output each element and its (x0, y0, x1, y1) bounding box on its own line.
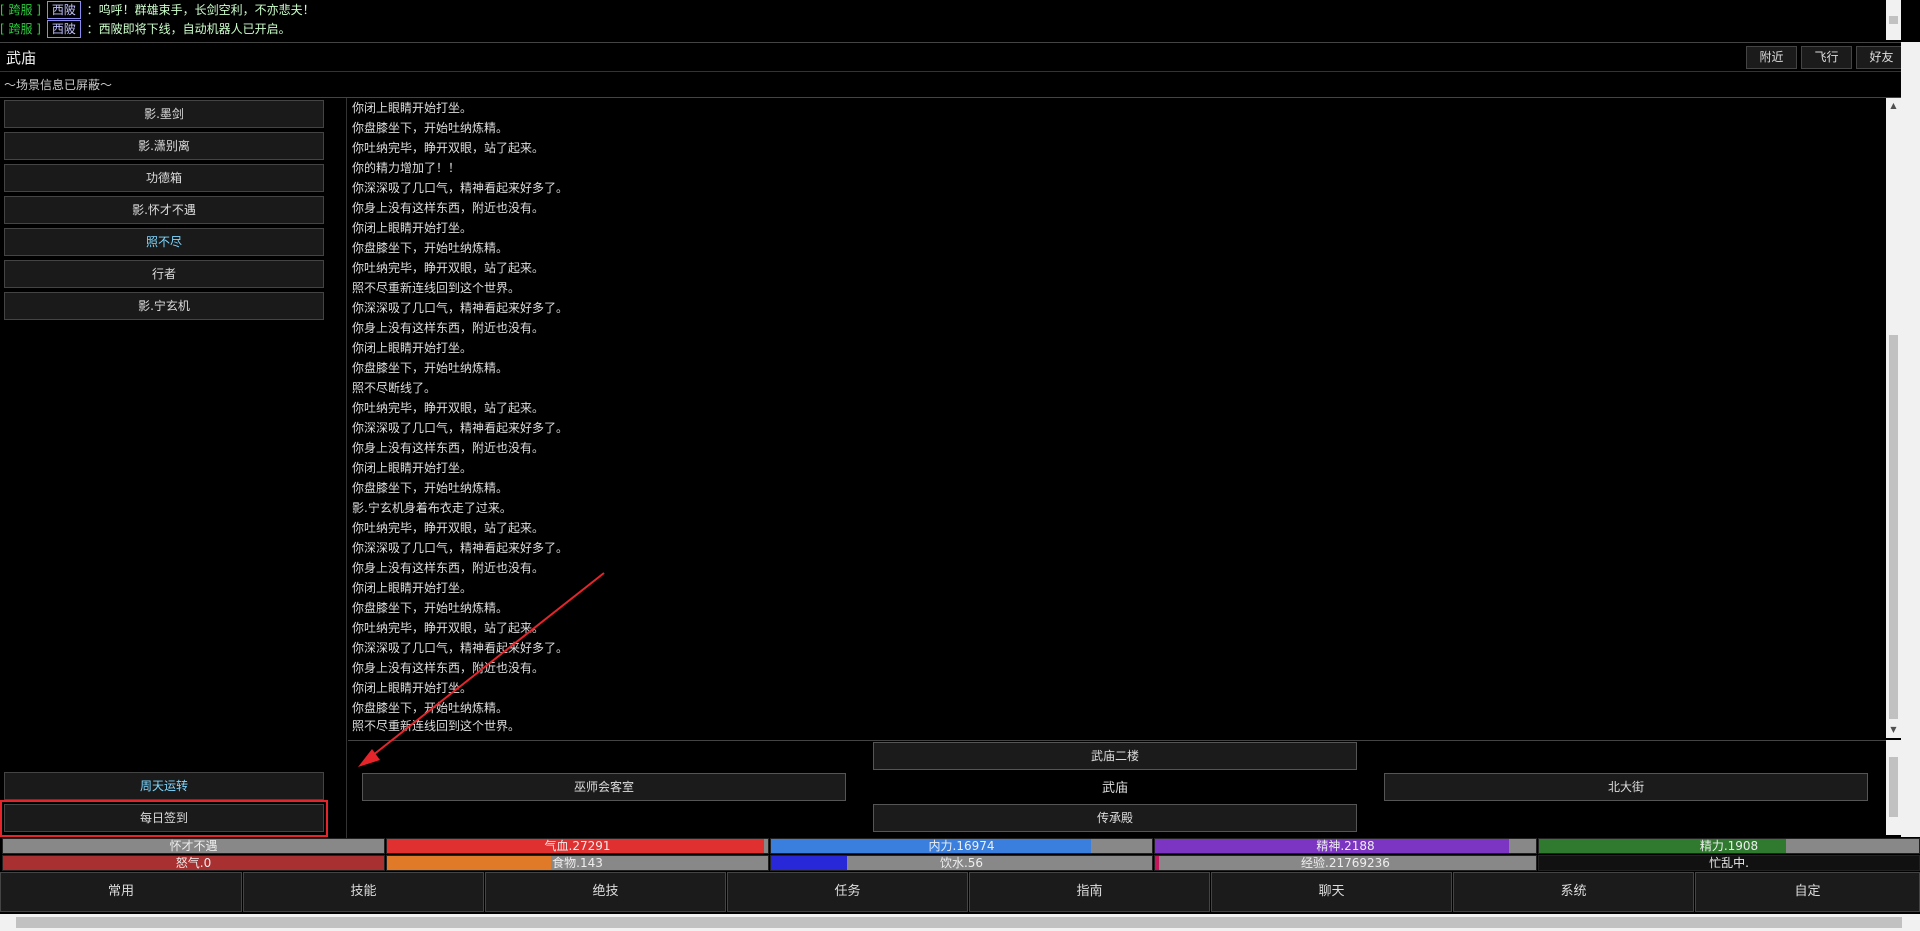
npc-button[interactable]: 影.墨剑 (4, 100, 324, 128)
chat-message: ：呜呼！群雄束手，长剑空利，不亦悲夫！ (86, 3, 315, 17)
log-line: 你盘膝坐下，开始吐纳炼精。 (352, 701, 509, 715)
npc-button[interactable]: 行者 (4, 260, 324, 288)
log-line: 照不尽重新连线回到这个世界。 (352, 281, 521, 295)
chat-sender[interactable]: 西陂 (46, 1, 81, 19)
log-line: 你吐纳完毕，睁开双眼，站了起来。 (352, 521, 545, 535)
log-line: 照不尽重新连线回到这个世界。 (352, 719, 521, 733)
menu-quest-button[interactable]: 任务 (727, 872, 968, 912)
log-line: 影.宁玄机身着布衣走了过来。 (352, 501, 512, 515)
room-title: 武庙 (6, 49, 37, 67)
nearby-button[interactable]: 附近 (1746, 46, 1797, 69)
scroll-down-arrow-icon[interactable]: ▼ (1886, 722, 1901, 738)
stat-label: 怒气.0 (175, 856, 212, 870)
scroll-up-arrow-icon[interactable]: ▲ (1886, 98, 1901, 114)
chat-channel: [ 跨服 ] (0, 22, 41, 36)
annotation-box (0, 800, 328, 837)
menu-system-button[interactable]: 系统 (1453, 872, 1694, 912)
stat-label: 内力.16974 (928, 839, 995, 853)
log-line: 你盘膝坐下，开始吐纳炼精。 (352, 601, 509, 615)
current-room-label: 武庙 (1101, 781, 1128, 796)
stat-label: 精神.2188 (1316, 839, 1375, 853)
log-scrollbar-thumb[interactable] (1889, 335, 1898, 719)
log-line: 你盘膝坐下，开始吐纳炼精。 (352, 241, 509, 255)
stat-bar-title: 怀才不遇 (2, 838, 385, 854)
fly-button[interactable]: 飞行 (1801, 46, 1852, 69)
log-line: 你深深吸了几口气，精神看起来好多了。 (352, 421, 569, 435)
stat-label: 怀才不遇 (169, 839, 218, 853)
stat-bar-rage: 怒气.0 (2, 855, 385, 871)
page-scrollbar[interactable] (1901, 42, 1920, 837)
stat-label: 经验.21769236 (1301, 856, 1390, 870)
exits-scrollbar-thumb[interactable] (1889, 757, 1898, 817)
stat-bar-exp: 经验.21769236 (1154, 855, 1537, 871)
log-line: 你吐纳完毕，睁开双眼，站了起来。 (352, 261, 545, 275)
chat-message: ：西陂即将下线，自动机器人已开启。 (86, 22, 291, 36)
chat-sender[interactable]: 西陂 (46, 20, 81, 38)
log-line: 你深深吸了几口气，精神看起来好多了。 (352, 641, 569, 655)
chat-line: [ 跨服 ] 西陂 ：呜呼！群雄束手，长剑空利，不亦悲夫！ (0, 0, 315, 20)
log-line: 你闭上眼睛开始打坐。 (352, 341, 473, 355)
log-line: 你身上没有这样东西，附近也没有。 (352, 201, 545, 215)
menu-chat-button[interactable]: 聊天 (1211, 872, 1452, 912)
log-line: 你身上没有这样东西，附近也没有。 (352, 321, 545, 335)
log-line: 你身上没有这样东西，附近也没有。 (352, 561, 545, 575)
npc-button[interactable]: 影.怀才不遇 (4, 196, 324, 224)
log-line: 你闭上眼睛开始打坐。 (352, 221, 473, 235)
scene-notice: ～场景信息已屏蔽～ (4, 78, 113, 92)
stat-label: 气血.27291 (544, 839, 611, 853)
npc-button[interactable]: 照不尽 (4, 228, 324, 256)
log-line: 你深深吸了几口气，精神看起来好多了。 (352, 541, 569, 555)
log-line: 你吐纳完毕，睁开双眼，站了起来。 (352, 141, 545, 155)
friends-button[interactable]: 好友 (1856, 46, 1907, 69)
menu-guide-button[interactable]: 指南 (969, 872, 1210, 912)
stat-bar-status: 忙乱中. (1538, 855, 1920, 871)
npc-button[interactable]: 功德箱 (4, 164, 324, 192)
log-line: 你吐纳完毕，睁开双眼，站了起来。 (352, 401, 545, 415)
cycle-button[interactable]: 周天运转 (4, 772, 324, 800)
log-line: 你深深吸了几口气，精神看起来好多了。 (352, 181, 569, 195)
exit-east-button[interactable]: 北大街 (1384, 773, 1868, 801)
menu-skills-button[interactable]: 技能 (243, 872, 484, 912)
log-line: 你的精力增加了！！ (352, 161, 461, 175)
stat-bar-energy: 精力.1908 (1538, 838, 1920, 854)
stat-label: 饮水.56 (939, 856, 984, 870)
stat-bar-water: 饮水.56 (770, 855, 1153, 871)
log-line: 你身上没有这样东西，附近也没有。 (352, 441, 545, 455)
npc-button[interactable]: 影.潇别离 (4, 132, 324, 160)
log-line: 你深深吸了几口气，精神看起来好多了。 (352, 301, 569, 315)
stat-label: 精力.1908 (1699, 839, 1759, 853)
stat-bar-spirit: 精神.2188 (1154, 838, 1537, 854)
npc-button[interactable]: 影.宁玄机 (4, 292, 324, 320)
log-line: 你盘膝坐下，开始吐纳炼精。 (352, 121, 509, 135)
log-line: 你盘膝坐下，开始吐纳炼精。 (352, 481, 509, 495)
exit-south-button[interactable]: 传承殿 (873, 804, 1357, 832)
stat-bar-food: 食物.143 (386, 855, 769, 871)
horizontal-scrollbar-thumb[interactable] (16, 917, 1902, 928)
log-line: 你盘膝坐下，开始吐纳炼精。 (352, 361, 509, 375)
stat-label: 食物.143 (552, 856, 603, 870)
menu-ultimate-button[interactable]: 绝技 (485, 872, 726, 912)
log-line: 你闭上眼睛开始打坐。 (352, 681, 473, 695)
log-line: 你身上没有这样东西，附近也没有。 (352, 661, 545, 675)
chat-channel: [ 跨服 ] (0, 3, 41, 17)
exit-west-button[interactable]: 巫师会客室 (362, 773, 846, 801)
menu-custom-button[interactable]: 自定 (1695, 872, 1920, 912)
stat-bar-hp: 气血.27291 (386, 838, 769, 854)
log-line: 你吐纳完毕，睁开双眼，站了起来。 (352, 621, 545, 635)
log-line: 你闭上眼睛开始打坐。 (352, 461, 473, 475)
chat-line: [ 跨服 ] 西陂 ：西陂即将下线，自动机器人已开启。 (0, 19, 291, 39)
stat-bar-mp: 内力.16974 (770, 838, 1153, 854)
room-header (0, 42, 1901, 72)
message-log: 你闭上眼睛开始打坐。 你盘膝坐下，开始吐纳炼精。 你吐纳完毕，睁开双眼，站了起来… (348, 98, 1886, 738)
log-line: 照不尽断线了。 (352, 381, 437, 395)
chat-scrollbar-thumb[interactable] (1889, 16, 1898, 24)
log-line: 你闭上眼睛开始打坐。 (352, 101, 473, 115)
log-line: 你闭上眼睛开始打坐。 (352, 581, 473, 595)
exit-north-button[interactable]: 武庙二楼 (873, 742, 1357, 770)
stat-label: 忙乱中. (1709, 856, 1749, 870)
menu-common-button[interactable]: 常用 (0, 872, 242, 912)
